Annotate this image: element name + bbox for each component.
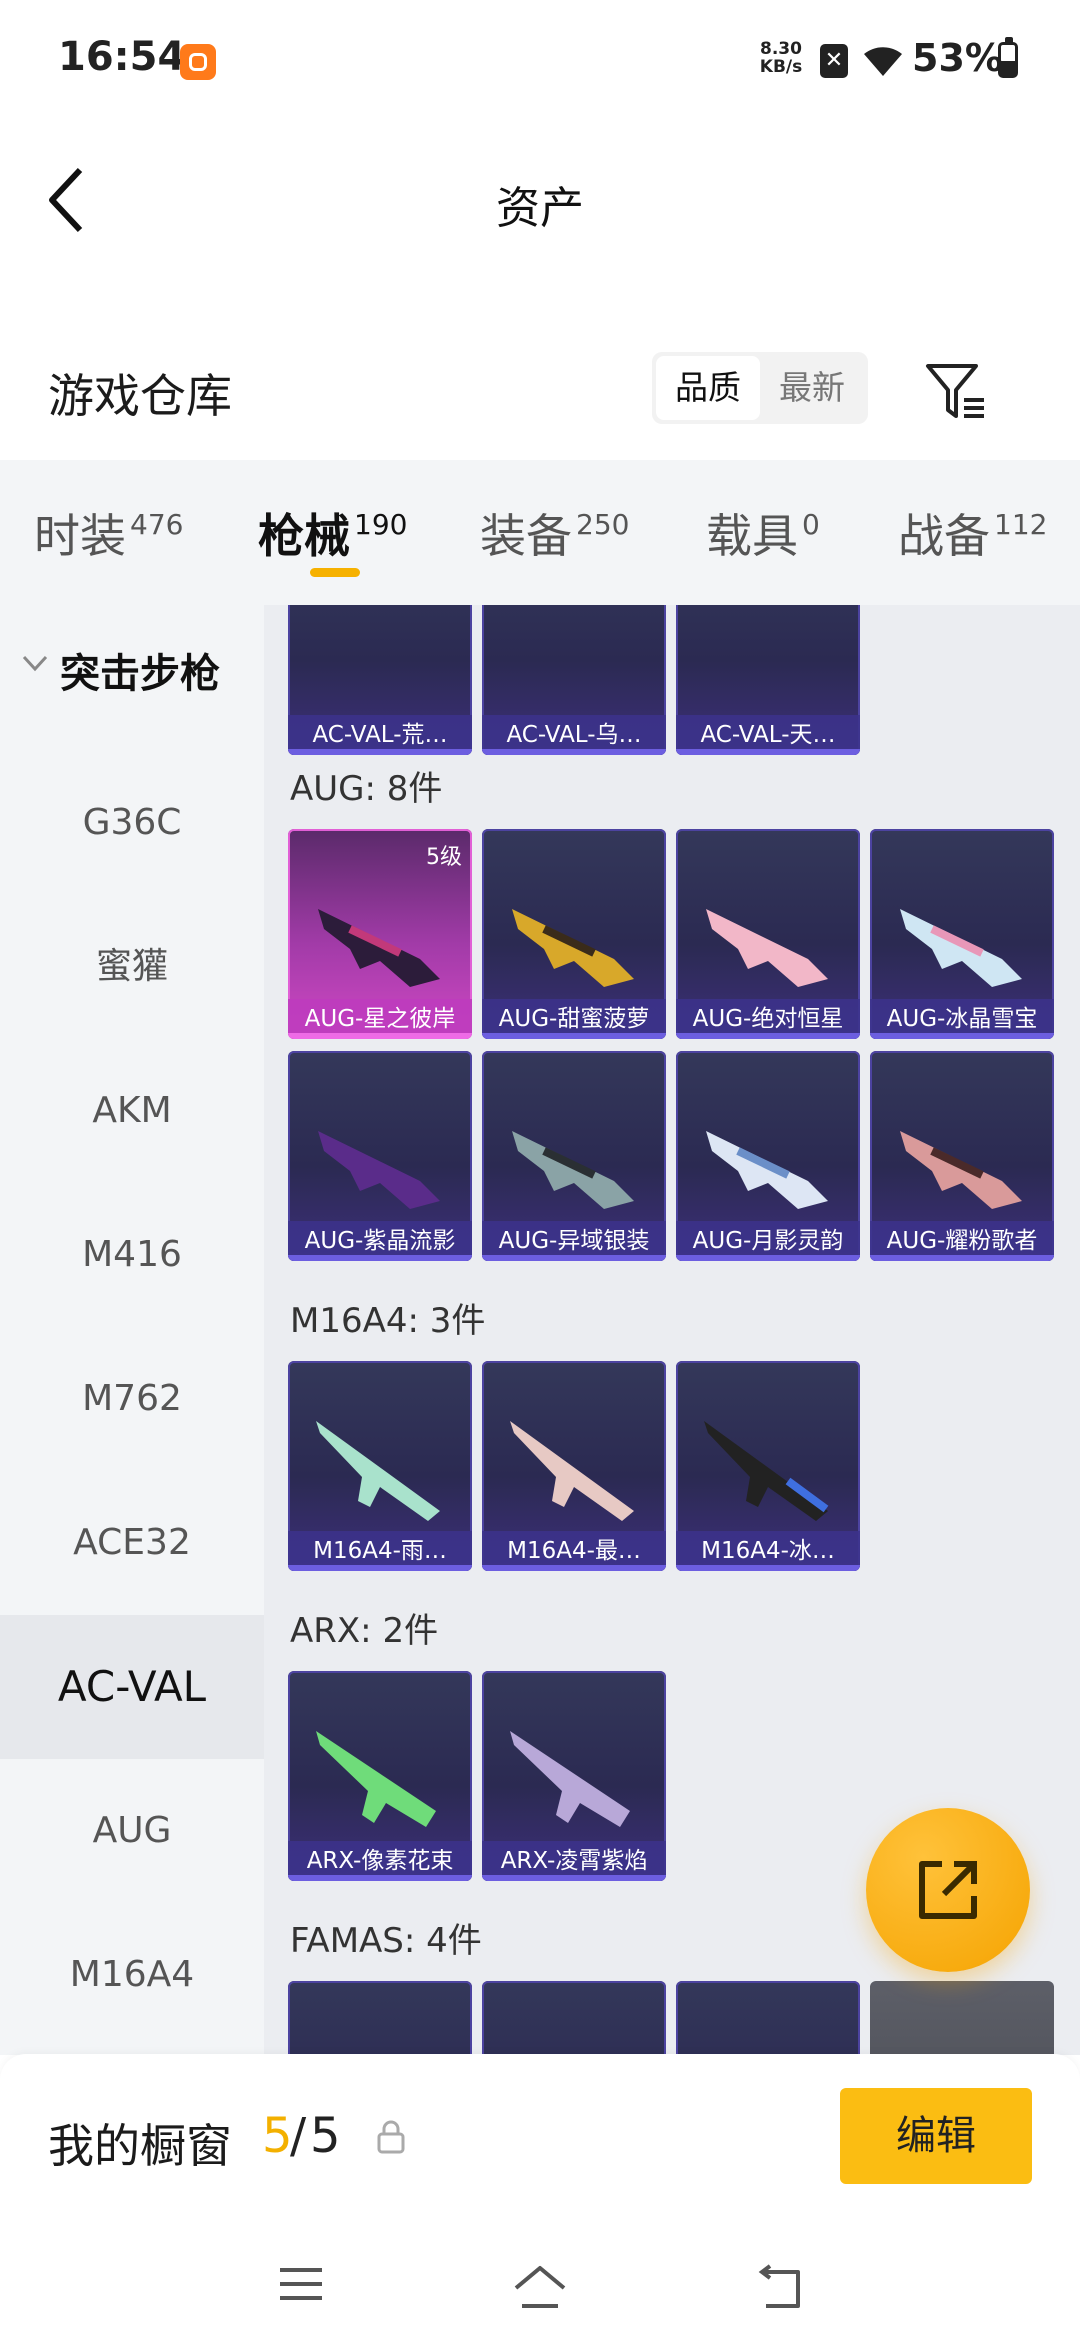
sidebar-item-aug[interactable]: AUG: [0, 1759, 264, 1903]
weapon-image: [900, 909, 1022, 987]
weapon-image: [698, 605, 838, 625]
weapon-card[interactable]: [288, 1981, 472, 2055]
edit-button[interactable]: 编辑: [840, 2088, 1032, 2184]
weapon-card[interactable]: ARX-像素花束: [288, 1671, 472, 1881]
weapon-image: [706, 1131, 828, 1209]
sort-toggle: 品质 最新: [652, 352, 868, 424]
weapon-card[interactable]: [676, 1981, 860, 2055]
showcase-current-count: 5: [262, 2108, 293, 2164]
weapon-card[interactable]: M16A4-最…: [482, 1361, 666, 1571]
app-notification-icon: [180, 44, 216, 80]
weapon-card[interactable]: AUG-异域银装: [482, 1051, 666, 1261]
sidebar-item-m762[interactable]: M762: [0, 1327, 264, 1471]
status-time: 16:54: [58, 34, 186, 80]
return-icon[interactable]: [754, 2262, 810, 2312]
filter-icon: [926, 364, 984, 418]
section-label-m16a4: M16A4: 3件: [290, 1301, 486, 1341]
weapon-card[interactable]: 5级 AUG-星之彼岸: [288, 829, 472, 1039]
status-bar: 16:54 8.30 KB/s ✕ 53%: [0, 0, 1080, 120]
weapon-card[interactable]: AUG-月影灵韵: [676, 1051, 860, 1261]
weapon-card[interactable]: [870, 1981, 1054, 2055]
weapon-card[interactable]: AUG-绝对恒星: [676, 829, 860, 1039]
warehouse-title: 游戏仓库: [48, 369, 232, 423]
weapon-card[interactable]: AC-VAL-荒…: [288, 605, 472, 755]
weapon-image: [504, 605, 644, 625]
weapon-card[interactable]: ARX-凌霄紫焰: [482, 1671, 666, 1881]
weapon-image: [318, 1131, 440, 1209]
top-nav: 资产: [0, 120, 1080, 280]
warehouse-header: 游戏仓库 品质 最新: [0, 330, 1080, 460]
share-button[interactable]: [866, 1808, 1030, 1972]
tab-equipment[interactable]: 装备 250: [480, 500, 629, 566]
menu-icon[interactable]: [276, 2262, 326, 2306]
tab-vehicles[interactable]: 载具 0: [706, 500, 820, 566]
showcase-total-count: 5: [310, 2108, 341, 2164]
share-icon: [919, 1861, 977, 1919]
section-label-arx: ARX: 2件: [290, 1611, 439, 1651]
sidebar-item-g36c[interactable]: G36C: [0, 751, 264, 895]
weapon-image: [512, 909, 634, 987]
category-tabs: 时装 476 枪械 190 装备 250 载具 0 战备 112: [0, 460, 1080, 605]
weapon-card[interactable]: M16A4-冰…: [676, 1361, 860, 1571]
page-title: 资产: [496, 183, 584, 234]
weapon-card[interactable]: AUG-耀粉歌者: [870, 1051, 1054, 1261]
weapon-image: [512, 1131, 634, 1209]
weapon-image: [900, 1131, 1022, 1209]
no-sim-icon: ✕: [820, 44, 848, 78]
section-label-aug: AUG: 8件: [290, 769, 443, 809]
weapon-image: [704, 1421, 829, 1521]
tab-firearms[interactable]: 枪械 190: [258, 500, 407, 566]
weapon-card[interactable]: AUG-紫晶流影: [288, 1051, 472, 1261]
sort-newest-button[interactable]: 最新: [760, 356, 864, 420]
weapon-card[interactable]: AUG-甜蜜菠萝: [482, 829, 666, 1039]
tab-supplies[interactable]: 战备 112: [898, 500, 1047, 566]
sidebar-item-m16a4[interactable]: M16A4: [0, 1903, 264, 2047]
weapon-image: [316, 1421, 440, 1521]
filter-button[interactable]: [920, 356, 992, 428]
weapon-card[interactable]: M16A4-雨…: [288, 1361, 472, 1571]
weapon-image: [706, 909, 828, 987]
tab-fashion[interactable]: 时装 476: [34, 500, 183, 566]
level-badge: 5级: [426, 845, 462, 870]
active-tab-indicator: [310, 568, 360, 577]
chevron-down-icon: [22, 655, 48, 672]
section-label-famas: FAMAS: 4件: [290, 1921, 482, 1961]
sidebar-item-ac-val[interactable]: AC-VAL: [0, 1615, 264, 1759]
sidebar-item-honey-badger[interactable]: 蜜獾: [0, 895, 264, 1039]
battery-icon: [998, 37, 1018, 78]
weapon-card[interactable]: AC-VAL-天…: [676, 605, 860, 755]
system-navigation-bar: [0, 2222, 1080, 2344]
weapon-image: [510, 1421, 634, 1521]
sort-quality-button[interactable]: 品质: [656, 356, 760, 420]
weapon-card[interactable]: AUG-冰晶雪宝: [870, 829, 1054, 1039]
weapon-image: [510, 1731, 630, 1827]
weapon-type-sidebar: 突击步枪 G36C 蜜獾 AKM M416 M762 ACE32 AC-VAL …: [0, 605, 264, 2055]
weapon-card[interactable]: [482, 1981, 666, 2055]
showcase-label: 我的橱窗: [48, 2119, 232, 2173]
wifi-icon: [864, 47, 902, 76]
sidebar-item-m416[interactable]: M416: [0, 1183, 264, 1327]
net-speed: 8.30 KB/s: [759, 39, 803, 77]
lock-icon: [377, 2120, 405, 2154]
weapon-image: [316, 1731, 436, 1827]
showcase-separator: /: [290, 2108, 307, 2164]
sidebar-group-assault-rifle[interactable]: 突击步枪: [0, 627, 264, 707]
battery-percent: 53%: [912, 36, 1003, 80]
home-icon[interactable]: [510, 2262, 570, 2312]
weapon-image: [310, 605, 450, 625]
sidebar-item-ace32[interactable]: ACE32: [0, 1471, 264, 1615]
weapon-image: [318, 909, 440, 987]
sidebar-item-akm[interactable]: AKM: [0, 1039, 264, 1183]
weapon-card[interactable]: AC-VAL-乌…: [482, 605, 666, 755]
my-showcase-bar: 我的橱窗 5 / 5 编辑: [0, 2054, 1080, 2222]
